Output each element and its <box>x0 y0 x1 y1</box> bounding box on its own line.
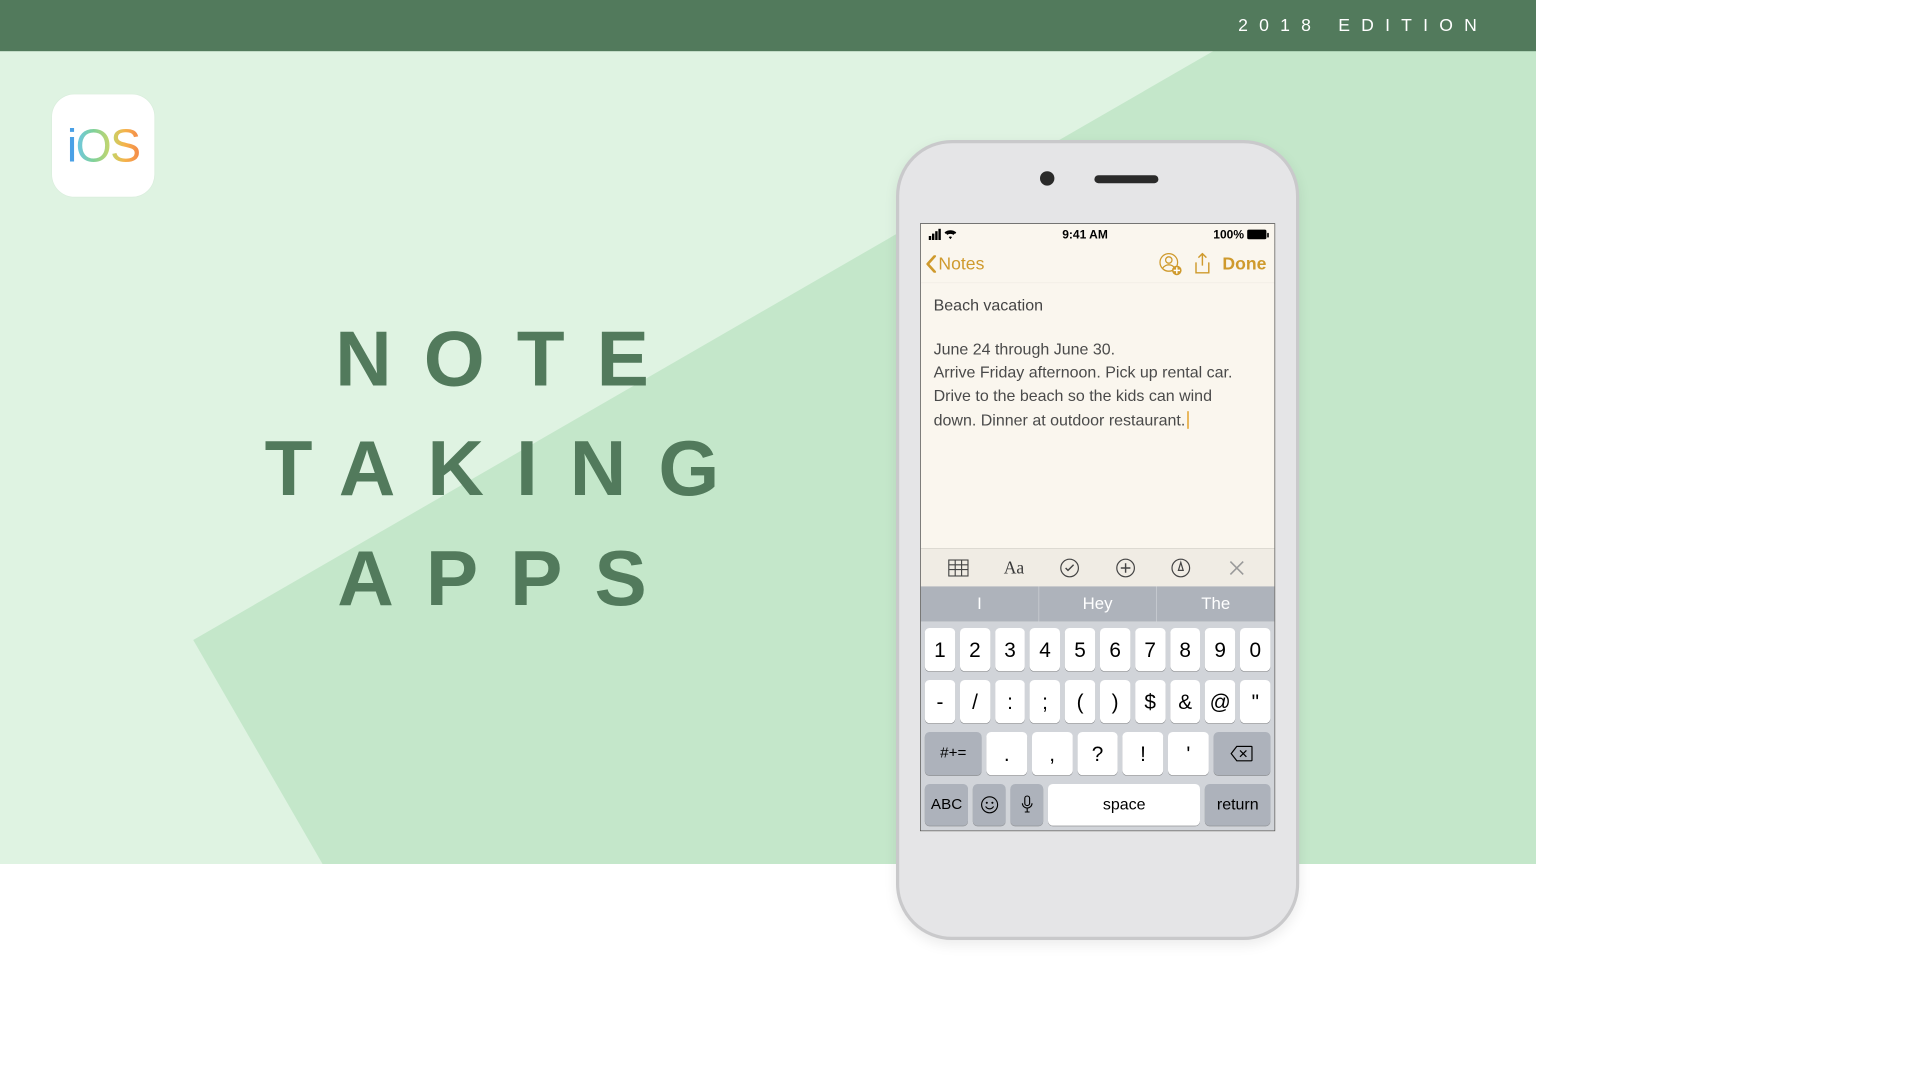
table-button[interactable] <box>945 555 971 581</box>
text-cursor <box>1187 411 1189 429</box>
ios-badge: iOS <box>52 94 154 196</box>
key-amp[interactable]: & <box>1170 680 1200 723</box>
headline-line-3: APPS <box>200 524 816 634</box>
key-abc[interactable]: ABC <box>925 784 969 826</box>
note-line: June 24 through June 30. <box>934 338 1262 361</box>
status-time: 9:41 AM <box>1062 228 1108 242</box>
back-button[interactable]: Notes <box>926 253 985 274</box>
headline-line-2: TAKING <box>200 414 816 524</box>
key-2[interactable]: 2 <box>960 628 990 671</box>
top-banner: 2018 EDITION <box>0 0 1536 51</box>
ios-s: S <box>110 120 139 172</box>
table-icon <box>948 559 969 577</box>
add-person-button[interactable] <box>1158 252 1182 276</box>
emoji-icon <box>980 795 999 814</box>
done-button[interactable]: Done <box>1222 253 1266 274</box>
format-toolbar: Aa <box>921 548 1275 586</box>
key-3[interactable]: 3 <box>995 628 1025 671</box>
phone-frame: 9:41 AM 100% Notes <box>896 140 1299 940</box>
key-5[interactable]: 5 <box>1065 628 1095 671</box>
note-title: Beach vacation <box>934 294 1262 317</box>
key-space[interactable]: space <box>1048 784 1200 826</box>
share-button[interactable] <box>1190 252 1214 276</box>
key-semicolon[interactable]: ; <box>1030 680 1060 723</box>
key-dash[interactable]: - <box>925 680 955 723</box>
key-apostrophe[interactable]: ' <box>1168 732 1209 775</box>
note-line: Drive to the beach so the kids can wind <box>934 385 1262 408</box>
key-backspace[interactable] <box>1214 732 1271 775</box>
key-symbols[interactable]: #+= <box>925 732 982 775</box>
signal-icon <box>929 229 941 240</box>
headline-line-1: NOTE <box>200 304 816 414</box>
ios-logo-text: iOS <box>67 119 140 173</box>
note-editor[interactable]: Beach vacation June 24 through June 30. … <box>921 283 1275 548</box>
key-quote[interactable]: " <box>1240 680 1270 723</box>
checkmark-circle-icon <box>1059 557 1080 578</box>
text-style-button[interactable]: Aa <box>1001 555 1027 581</box>
keyboard-row-2: - / : ; ( ) $ & @ " <box>925 680 1271 723</box>
headline: NOTE TAKING APPS <box>200 304 816 633</box>
close-toolbar-button[interactable] <box>1224 555 1250 581</box>
suggestion-2[interactable]: Hey <box>1038 586 1156 621</box>
note-line: down. Dinner at outdoor restaurant. <box>934 408 1262 433</box>
keyboard-suggestions: I Hey The <box>921 586 1275 621</box>
key-6[interactable]: 6 <box>1100 628 1130 671</box>
key-lparen[interactable]: ( <box>1065 680 1095 723</box>
keyboard-row-3: #+= . , ? ! ' <box>925 732 1271 775</box>
markup-icon <box>1171 557 1192 578</box>
status-bar: 9:41 AM 100% <box>921 224 1275 245</box>
key-rparen[interactable]: ) <box>1100 680 1130 723</box>
key-return[interactable]: return <box>1205 784 1270 826</box>
share-icon <box>1193 252 1212 274</box>
markup-button[interactable] <box>1168 555 1194 581</box>
wifi-icon <box>944 230 957 240</box>
suggestion-1[interactable]: I <box>921 586 1038 621</box>
note-line: Arrive Friday afternoon. Pick up rental … <box>934 362 1262 385</box>
key-1[interactable]: 1 <box>925 628 955 671</box>
battery-percent: 100% <box>1213 228 1244 242</box>
ios-i: i <box>67 120 76 172</box>
chevron-left-icon <box>926 255 937 273</box>
key-4[interactable]: 4 <box>1030 628 1060 671</box>
edition-label: 2018 EDITION <box>1238 15 1488 36</box>
ios-o: O <box>76 120 111 172</box>
key-colon[interactable]: : <box>995 680 1025 723</box>
person-plus-icon <box>1158 252 1182 276</box>
add-attachment-button[interactable] <box>1113 555 1139 581</box>
key-dictation[interactable] <box>1011 784 1044 826</box>
battery-icon <box>1247 230 1266 240</box>
key-dollar[interactable]: $ <box>1135 680 1165 723</box>
close-icon <box>1228 559 1246 577</box>
keyboard-row-1: 1 2 3 4 5 6 7 8 9 0 <box>925 628 1271 671</box>
key-at[interactable]: @ <box>1205 680 1235 723</box>
key-period[interactable]: . <box>986 732 1027 775</box>
key-0[interactable]: 0 <box>1240 628 1270 671</box>
key-comma[interactable]: , <box>1032 732 1073 775</box>
back-label: Notes <box>938 253 984 274</box>
key-9[interactable]: 9 <box>1205 628 1235 671</box>
key-exclaim[interactable]: ! <box>1123 732 1164 775</box>
checklist-button[interactable] <box>1057 555 1083 581</box>
phone-screen: 9:41 AM 100% Notes <box>920 223 1275 831</box>
plus-circle-icon <box>1115 557 1136 578</box>
keyboard-row-4: ABC space return <box>925 784 1271 826</box>
key-7[interactable]: 7 <box>1135 628 1165 671</box>
keyboard: 1 2 3 4 5 6 7 8 9 0 - / : ; ( ) <box>921 622 1275 831</box>
key-slash[interactable]: / <box>960 680 990 723</box>
suggestion-3[interactable]: The <box>1156 586 1274 621</box>
microphone-icon <box>1020 795 1033 814</box>
nav-bar: Notes Done <box>921 245 1275 283</box>
key-question[interactable]: ? <box>1077 732 1118 775</box>
key-8[interactable]: 8 <box>1170 628 1200 671</box>
key-emoji[interactable] <box>973 784 1006 826</box>
backspace-icon <box>1231 746 1253 762</box>
